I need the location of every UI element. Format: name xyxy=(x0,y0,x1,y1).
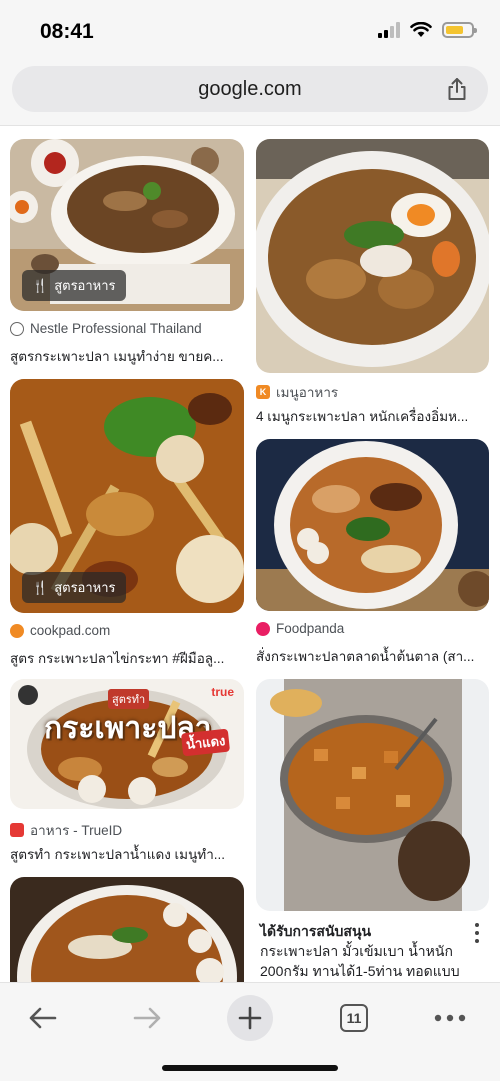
result-image[interactable]: 🍴 สูตรอาหาร xyxy=(10,139,244,311)
wifi-icon xyxy=(410,22,432,37)
recipe-badge: 🍴 สูตรอาหาร xyxy=(22,572,126,603)
back-button[interactable] xyxy=(22,993,62,1043)
result-card[interactable] xyxy=(10,877,244,982)
cellular-signal-icon xyxy=(378,22,400,38)
url-text: google.com xyxy=(198,78,302,100)
bottom-toolbar: 11 xyxy=(0,982,500,1081)
result-card[interactable]: 🍴 สูตรอาหาร Nestle Professional Thailand… xyxy=(10,139,244,369)
result-title[interactable]: 4 เมนูกระเพาะปลา หนักเครื่องอิ่มห... xyxy=(256,405,489,427)
result-source: cookpad.com xyxy=(10,623,110,638)
foodpanda-icon xyxy=(256,621,270,636)
trueid-icon xyxy=(10,823,24,837)
sponsored-image[interactable] xyxy=(256,679,489,911)
site-favicon-icon: K xyxy=(256,385,270,399)
back-arrow-icon xyxy=(29,1007,57,1029)
result-image[interactable]: true สูตรทำ กระเพาะปลา น้ำแดง xyxy=(10,679,244,809)
result-title[interactable]: สูตรกระเพาะปลา เมนูทำง่าย ขายค... xyxy=(10,345,244,367)
result-image[interactable]: 🍴 สูตรอาหาร xyxy=(10,379,244,613)
brand-tag: true xyxy=(211,685,234,699)
globe-icon xyxy=(10,321,24,336)
recipe-badge: 🍴 สูตรอาหาร xyxy=(22,270,126,301)
share-icon[interactable] xyxy=(444,76,470,102)
more-dots-icon xyxy=(434,1014,466,1022)
result-card[interactable]: 🍴 สูตรอาหาร cookpad.com สูตร กระเพาะปลาไ… xyxy=(10,379,244,669)
plus-icon xyxy=(238,1006,262,1030)
result-image[interactable] xyxy=(10,877,244,982)
result-card[interactable]: K เมนูอาหาร 4 เมนูกระเพาะปลา หนักเครื่อง… xyxy=(256,139,489,426)
result-source: อาหาร - TrueID xyxy=(10,819,122,841)
channel-avatar xyxy=(18,685,38,705)
utensils-icon: 🍴 xyxy=(32,277,49,293)
result-title[interactable]: สั่งกระเพาะปลาตลาดน้ำต้นตาล (สา... xyxy=(256,645,489,667)
tabs-button[interactable]: 11 xyxy=(338,993,370,1043)
image-results-grid: 🍴 สูตรอาหาร Nestle Professional Thailand… xyxy=(0,126,500,982)
result-source: K เมนูอาหาร xyxy=(256,381,338,403)
sponsored-label: ได้รับการสนับสนุน xyxy=(260,923,372,939)
utensils-icon: 🍴 xyxy=(32,579,49,595)
more-menu-button[interactable] xyxy=(432,993,468,1043)
result-title[interactable]: สูตร กระเพาะปลาไข่กระทา #ฝีมือลู... xyxy=(10,647,244,669)
sponsored-description[interactable]: กระเพาะปลา มั้วเข้มเบา น้ำหนัก 200กรัม ท… xyxy=(260,941,472,981)
forward-arrow-icon xyxy=(133,1007,161,1029)
result-title[interactable]: สูตรทำ กระเพาะปลาน้ำแดง เมนูทำ... xyxy=(10,843,244,865)
tabs-icon: 11 xyxy=(340,1004,368,1032)
result-card[interactable]: true สูตรทำ กระเพาะปลา น้ำแดง อาหาร - Tr… xyxy=(10,679,244,862)
address-bar[interactable]: google.com xyxy=(12,66,488,112)
result-image[interactable] xyxy=(256,439,489,611)
status-icons xyxy=(378,22,477,38)
result-source: Foodpanda xyxy=(256,621,344,636)
address-bar-area: google.com xyxy=(0,60,500,126)
status-bar: 08:41 xyxy=(0,0,500,60)
new-tab-button[interactable] xyxy=(227,993,273,1043)
sponsored-card[interactable]: ได้รับการสนับสนุน กระเพาะปลา มั้วเข้มเบา… xyxy=(256,679,489,982)
home-indicator xyxy=(162,1065,338,1071)
result-source: Nestle Professional Thailand xyxy=(10,321,202,336)
battery-icon xyxy=(442,22,477,38)
status-time: 08:41 xyxy=(40,20,94,43)
more-vert-icon[interactable] xyxy=(474,923,480,943)
cookpad-icon xyxy=(10,623,24,638)
overlay-red-text: น้ำแดง xyxy=(180,728,231,757)
result-image[interactable] xyxy=(256,139,489,373)
forward-button[interactable] xyxy=(128,993,168,1043)
result-card[interactable]: Foodpanda สั่งกระเพาะปลาตลาดน้ำต้นตาล (ส… xyxy=(256,439,489,669)
